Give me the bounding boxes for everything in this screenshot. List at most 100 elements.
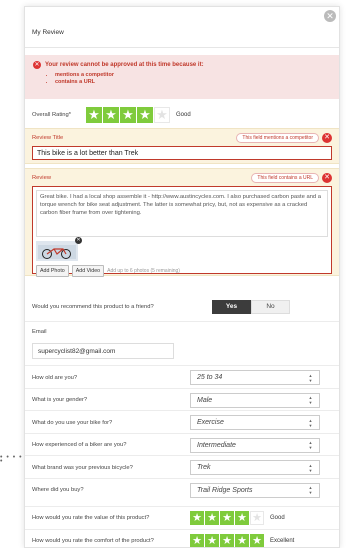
title-divider: [25, 47, 339, 48]
star-icon[interactable]: ★: [103, 107, 119, 123]
answer-select[interactable]: Intermediate ▲▼: [190, 437, 320, 453]
review-error: This field contains a URL: [251, 173, 319, 183]
star-icon[interactable]: ★: [250, 534, 264, 547]
star-icon[interactable]: ★: [220, 511, 234, 525]
recommend-question: Would you recommend this product to a fr…: [32, 304, 154, 310]
question-label: How old are you?: [32, 374, 78, 381]
modal-title: My Review: [32, 29, 64, 36]
review-title-error: This field mentions a competitor: [236, 133, 319, 143]
error-icon: ✕: [33, 61, 41, 69]
bike-photo: [38, 245, 76, 259]
recommend-no-button[interactable]: No: [251, 300, 290, 314]
value-rating-label: How would you rate the value of this pro…: [32, 515, 150, 521]
answer-select[interactable]: 25 to 34 ▲▼: [190, 370, 320, 385]
question-row: How experienced of a biker are you? Inter…: [32, 437, 332, 453]
star-icon[interactable]: ★: [120, 107, 136, 123]
star-icon[interactable]: ★: [220, 534, 234, 547]
question-label: What brand was your previous bicycle?: [32, 464, 133, 471]
row-divider: [25, 410, 339, 411]
question-row: Where did you buy? Trail Ridge Sports ▲▼: [32, 482, 332, 498]
question-row: What brand was your previous bicycle? Tre…: [32, 460, 332, 475]
review-title-label: Review Title: [32, 135, 64, 141]
select-arrow-icon: ▲▼: [308, 417, 313, 428]
star-icon[interactable]: ★: [190, 511, 204, 525]
overall-rating-label: Overall Rating*: [32, 112, 71, 118]
answer-value: Exercise: [197, 419, 224, 426]
select-arrow-icon: ▲▼: [308, 395, 313, 405]
star-icon[interactable]: ★: [235, 534, 249, 547]
alert-heading: Your review cannot be approved at this t…: [45, 62, 204, 68]
star-icon[interactable]: ★: [205, 534, 219, 547]
row-divider: [25, 477, 339, 479]
question-label: What do you use your bike for?: [32, 419, 113, 426]
comfort-rating-text: Excellent: [270, 538, 295, 544]
answer-select[interactable]: Trek ▲▼: [190, 460, 320, 475]
alert-reason: mentions a competitor: [55, 72, 331, 79]
question-label: How experienced of a biker are you?: [32, 442, 127, 448]
answer-select[interactable]: Trail Ridge Sports ▲▼: [190, 482, 320, 498]
review-label: Review: [32, 175, 52, 181]
error-alert: ✕ Your review cannot be approved at this…: [25, 55, 339, 99]
recommend-row: Would you recommend this product to a fr…: [32, 300, 332, 314]
review-container: Great bike. I had a local shop assemble …: [32, 186, 332, 277]
email-field[interactable]: supercyclist82@gmail.com: [32, 343, 174, 359]
email-label: Email: [32, 329, 47, 335]
row-divider: [25, 432, 339, 434]
comfort-rating-stars[interactable]: ★ ★ ★ ★ ★: [190, 534, 264, 547]
add-photo-button[interactable]: Add Photo: [36, 265, 69, 277]
question-label: Where did you buy?: [32, 487, 84, 493]
overall-rating-text: Good: [176, 112, 191, 118]
select-arrow-icon: ▲▼: [308, 440, 313, 450]
recommend-yes-button[interactable]: Yes: [212, 300, 251, 314]
value-rating-text: Good: [270, 515, 285, 521]
remove-photo-icon[interactable]: ✕: [75, 237, 82, 244]
overall-rating-stars[interactable]: ★ ★ ★ ★ ★: [86, 107, 170, 123]
star-icon[interactable]: ★: [154, 107, 170, 123]
row-divider: [25, 365, 339, 366]
star-icon[interactable]: ★: [137, 107, 153, 123]
question-label: What is your gender?: [32, 397, 88, 403]
photo-hint: Add up to 6 photos (5 remaining): [107, 268, 180, 274]
star-icon[interactable]: ★: [250, 511, 264, 525]
review-field: Review This field contains a URL ✕ Great…: [25, 168, 339, 277]
answer-value: Male: [197, 396, 213, 404]
star-icon[interactable]: ★: [235, 511, 249, 525]
row-divider: [25, 387, 339, 389]
value-rating-stars[interactable]: ★ ★ ★ ★ ★: [190, 511, 264, 525]
star-icon[interactable]: ★: [205, 511, 219, 525]
answer-select[interactable]: Male ▲▼: [190, 392, 320, 408]
question-row: What do you use your bike for? Exercise ▲▼: [32, 415, 332, 430]
alert-reason: contains a URL: [55, 79, 331, 86]
overall-rating-row: Overall Rating* ★ ★ ★ ★ ★ Good: [32, 104, 332, 126]
row-divider: [25, 455, 339, 456]
select-arrow-icon: ▲▼: [308, 462, 313, 473]
value-rating-row: How would you rate the value of this pro…: [32, 511, 332, 525]
star-icon[interactable]: ★: [86, 107, 102, 123]
photo-thumbnail[interactable]: ✕: [36, 237, 82, 261]
comfort-rating-label: How would you rate the comfort of the pr…: [32, 538, 154, 544]
recommend-toggle: Yes No: [212, 300, 290, 314]
row-divider: [25, 529, 339, 530]
review-modal: ✕ My Review ✕ Your review cannot be appr…: [24, 6, 340, 548]
review-title-input[interactable]: This bike is a lot better than Trek: [32, 146, 332, 160]
answer-value: 25 to 34: [197, 374, 223, 381]
error-icon: ✕: [322, 173, 332, 183]
select-arrow-icon: ▲▼: [308, 372, 313, 383]
comfort-rating-row: How would you rate the comfort of the pr…: [32, 534, 332, 547]
question-row: How old are you? 25 to 34 ▲▼: [32, 370, 332, 385]
email-label-row: Email: [32, 329, 332, 335]
close-icon[interactable]: ✕: [324, 10, 336, 22]
alert-reasons: mentions a competitor contains a URL: [55, 72, 331, 86]
answer-value: Trail Ridge Sports: [197, 486, 253, 494]
row-divider: [25, 506, 339, 507]
review-title-field: Review Title This field mentions a compe…: [25, 128, 339, 164]
add-video-button[interactable]: Add Video: [71, 265, 105, 277]
answer-select[interactable]: Exercise ▲▼: [190, 415, 320, 430]
select-arrow-icon: ▲▼: [308, 485, 313, 495]
answer-value: Intermediate: [197, 441, 236, 449]
star-icon[interactable]: ★: [190, 534, 204, 547]
error-icon: ✕: [322, 133, 332, 143]
question-row: What is your gender? Male ▲▼: [32, 392, 332, 408]
answer-value: Trek: [197, 464, 211, 471]
review-textarea[interactable]: Great bike. I had a local shop assemble …: [36, 190, 328, 237]
